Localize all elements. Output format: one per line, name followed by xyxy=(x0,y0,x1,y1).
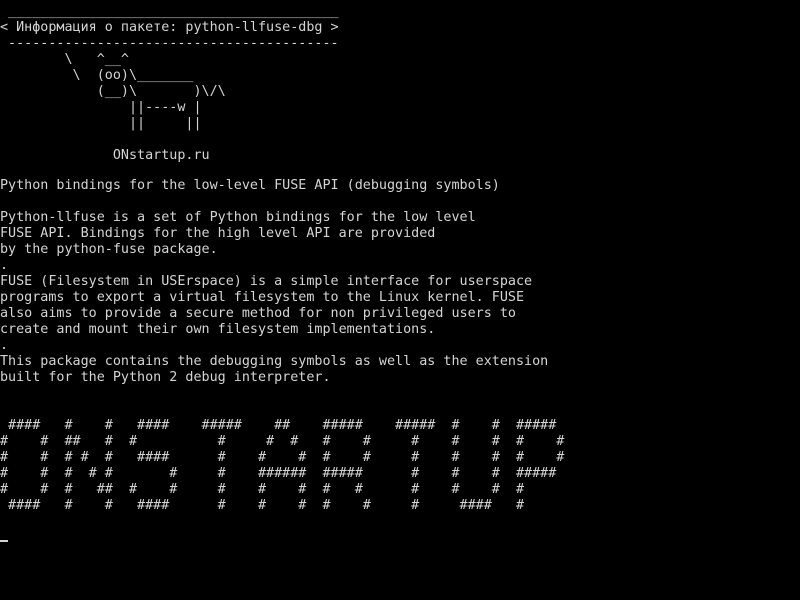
cow-line: ||----w | xyxy=(0,100,202,115)
description-line: also aims to provide a secure method for… xyxy=(0,306,516,321)
description-line: FUSE (Filesystem in USErspace) is a simp… xyxy=(0,274,533,289)
site-name: ONstartup.ru xyxy=(0,148,210,163)
cow-line: \ (oo)\_______ xyxy=(0,68,194,83)
package-summary-block: Python bindings for the low-level FUSE A… xyxy=(0,178,500,194)
speech-bubble-top: ________________________________________… xyxy=(0,4,339,19)
banner-line: #### # # #### ##### ## ##### ##### # # #… xyxy=(0,418,557,433)
description-line: . xyxy=(0,258,9,273)
description-line: by the python-fuse package. xyxy=(0,242,218,257)
speech-bubble-bottom: ----------------------------------------… xyxy=(0,36,339,51)
description-line: . xyxy=(0,338,9,353)
cow-line: \ ^__^ xyxy=(0,52,129,67)
terminal-screen: ________________________________________… xyxy=(0,0,800,600)
banner-line: # # ## # # # # # # # # # # # # xyxy=(0,434,565,449)
ascii-banner: #### # # #### ##### ## ##### ##### # # #… xyxy=(0,418,564,514)
cow-line: (__)\ )\/\ xyxy=(0,84,226,99)
description-line: Python-llfuse is a set of Python binding… xyxy=(0,210,476,225)
banner-line: # # # # # # # ###### ##### # # # ##### xyxy=(0,466,557,481)
empty-line xyxy=(0,132,339,148)
package-description: Python-llfuse is a set of Python binding… xyxy=(0,210,548,386)
description-line: programs to export a virtual filesystem … xyxy=(0,290,525,305)
text-cursor[interactable] xyxy=(0,540,8,542)
package-summary: Python bindings for the low-level FUSE A… xyxy=(0,178,500,193)
cow-line: || || xyxy=(0,116,202,131)
description-line: built for the Python 2 debug interpreter… xyxy=(0,370,331,385)
cowsay-art: ________________________________________… xyxy=(0,4,339,164)
banner-line: #### # # #### # # # # # # #### # xyxy=(0,498,525,513)
description-line: This package contains the debugging symb… xyxy=(0,354,549,369)
package-info-title: < Информация о пакете: python-llfuse-dbg… xyxy=(0,20,339,35)
banner-line: # # # # # #### # # # # # # # # # # xyxy=(0,450,565,465)
description-line: FUSE API. Bindings for the high level AP… xyxy=(0,226,436,241)
banner-line: # # # ## # # # # # # # # # # # xyxy=(0,482,525,497)
description-line: create and mount their own filesystem im… xyxy=(0,322,436,337)
